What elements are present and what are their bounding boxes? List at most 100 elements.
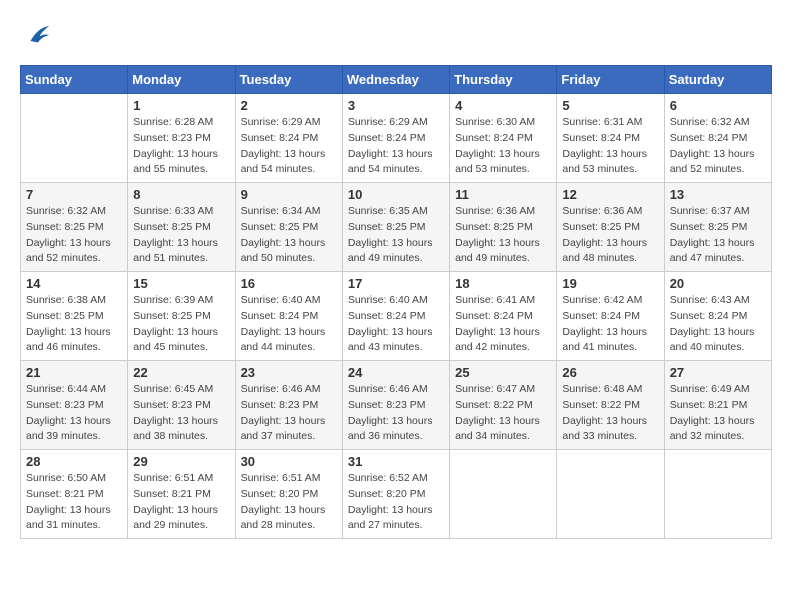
day-number: 20 xyxy=(670,276,766,291)
calendar-cell: 26Sunrise: 6:48 AMSunset: 8:22 PMDayligh… xyxy=(557,361,664,450)
day-detail: Sunrise: 6:47 AMSunset: 8:22 PMDaylight:… xyxy=(455,382,551,445)
calendar-cell: 11Sunrise: 6:36 AMSunset: 8:25 PMDayligh… xyxy=(450,183,557,272)
calendar-cell xyxy=(664,450,771,539)
day-number: 6 xyxy=(670,98,766,113)
day-detail: Sunrise: 6:42 AMSunset: 8:24 PMDaylight:… xyxy=(562,293,658,356)
calendar-cell: 13 Sunrise: 6:37 AMSunset: 8:25 PMDayligh… xyxy=(664,183,771,272)
weekday-header-sunday: Sunday xyxy=(21,66,128,94)
day-detail: Sunrise: 6:51 AMSunset: 8:20 PMDaylight:… xyxy=(241,471,337,534)
day-detail: Sunrise: 6:35 AMSunset: 8:25 PMDaylight:… xyxy=(348,204,444,267)
calendar-week-row: 28 Sunrise: 6:50 AMSunset: 8:21 PMDayligh… xyxy=(21,450,772,539)
calendar-header-row: SundayMondayTuesdayWednesdayThursdayFrid… xyxy=(21,66,772,94)
day-number: 12 xyxy=(562,187,658,202)
calendar-cell: 16Sunrise: 6:40 AMSunset: 8:24 PMDayligh… xyxy=(235,272,342,361)
calendar-cell xyxy=(21,94,128,183)
day-detail: Sunrise: 6:29 AMSunset: 8:24 PMDaylight:… xyxy=(241,115,337,178)
day-detail: Sunrise: 6:29 AMSunset: 8:24 PMDaylight:… xyxy=(348,115,444,178)
day-number: 3 xyxy=(348,98,444,113)
day-number: 5 xyxy=(562,98,658,113)
day-detail: Sunrise: 6:44 AMSunset: 8:23 PMDaylight:… xyxy=(26,382,122,445)
calendar-cell: 24Sunrise: 6:46 AMSunset: 8:23 PMDayligh… xyxy=(342,361,449,450)
day-number: 7 xyxy=(26,187,122,202)
day-number: 28 xyxy=(26,454,122,469)
day-number: 29 xyxy=(133,454,229,469)
calendar-cell: 17 Sunrise: 6:40 AMSunset: 8:24 PMDayligh… xyxy=(342,272,449,361)
calendar-week-row: 21 Sunrise: 6:44 AMSunset: 8:23 PMDayligh… xyxy=(21,361,772,450)
day-number: 18 xyxy=(455,276,551,291)
calendar-cell: 23 Sunrise: 6:46 AMSunset: 8:23 PMDayligh… xyxy=(235,361,342,450)
day-detail: Sunrise: 6:34 AMSunset: 8:25 PMDaylight:… xyxy=(241,204,337,267)
weekday-header-wednesday: Wednesday xyxy=(342,66,449,94)
calendar-cell xyxy=(450,450,557,539)
calendar-cell: 2 Sunrise: 6:29 AMSunset: 8:24 PMDaylight… xyxy=(235,94,342,183)
calendar-cell: 5 Sunrise: 6:31 AMSunset: 8:24 PMDaylight… xyxy=(557,94,664,183)
day-detail: Sunrise: 6:52 AMSunset: 8:20 PMDaylight:… xyxy=(348,471,444,534)
day-detail: Sunrise: 6:40 AMSunset: 8:24 PMDaylight:… xyxy=(348,293,444,356)
calendar-cell: 14Sunrise: 6:38 AMSunset: 8:25 PMDayligh… xyxy=(21,272,128,361)
calendar-week-row: 1 Sunrise: 6:28 AMSunset: 8:23 PMDaylight… xyxy=(21,94,772,183)
calendar-cell: 18 Sunrise: 6:41 AMSunset: 8:24 PMDayligh… xyxy=(450,272,557,361)
calendar-cell: 21 Sunrise: 6:44 AMSunset: 8:23 PMDayligh… xyxy=(21,361,128,450)
calendar-cell: 25 Sunrise: 6:47 AMSunset: 8:22 PMDayligh… xyxy=(450,361,557,450)
weekday-header-thursday: Thursday xyxy=(450,66,557,94)
calendar-cell: 4 Sunrise: 6:30 AMSunset: 8:24 PMDaylight… xyxy=(450,94,557,183)
calendar-cell: 12 Sunrise: 6:36 AMSunset: 8:25 PMDayligh… xyxy=(557,183,664,272)
logo-bird-icon xyxy=(23,20,53,50)
calendar-cell: 7 Sunrise: 6:32 AMSunset: 8:25 PMDaylight… xyxy=(21,183,128,272)
day-detail: Sunrise: 6:30 AMSunset: 8:24 PMDaylight:… xyxy=(455,115,551,178)
day-detail: Sunrise: 6:36 AMSunset: 8:25 PMDaylight:… xyxy=(562,204,658,267)
calendar-cell: 19 Sunrise: 6:42 AMSunset: 8:24 PMDayligh… xyxy=(557,272,664,361)
day-number: 23 xyxy=(241,365,337,380)
calendar-cell: 9 Sunrise: 6:34 AMSunset: 8:25 PMDaylight… xyxy=(235,183,342,272)
day-detail: Sunrise: 6:46 AMSunset: 8:23 PMDaylight:… xyxy=(241,382,337,445)
day-number: 10 xyxy=(348,187,444,202)
day-number: 14 xyxy=(26,276,122,291)
day-number: 2 xyxy=(241,98,337,113)
logo xyxy=(20,20,53,55)
calendar-cell: 15Sunrise: 6:39 AMSunset: 8:25 PMDayligh… xyxy=(128,272,235,361)
day-number: 13 xyxy=(670,187,766,202)
day-detail: Sunrise: 6:49 AMSunset: 8:21 PMDaylight:… xyxy=(670,382,766,445)
day-number: 11 xyxy=(455,187,551,202)
day-number: 24 xyxy=(348,365,444,380)
day-detail: Sunrise: 6:37 AMSunset: 8:25 PMDaylight:… xyxy=(670,204,766,267)
calendar-cell: 1 Sunrise: 6:28 AMSunset: 8:23 PMDaylight… xyxy=(128,94,235,183)
day-number: 21 xyxy=(26,365,122,380)
day-number: 26 xyxy=(562,365,658,380)
calendar-cell xyxy=(557,450,664,539)
day-number: 19 xyxy=(562,276,658,291)
day-number: 4 xyxy=(455,98,551,113)
day-detail: Sunrise: 6:51 AMSunset: 8:21 PMDaylight:… xyxy=(133,471,229,534)
day-number: 9 xyxy=(241,187,337,202)
day-number: 22 xyxy=(133,365,229,380)
calendar-week-row: 14Sunrise: 6:38 AMSunset: 8:25 PMDayligh… xyxy=(21,272,772,361)
calendar-cell: 27 Sunrise: 6:49 AMSunset: 8:21 PMDayligh… xyxy=(664,361,771,450)
day-detail: Sunrise: 6:43 AMSunset: 8:24 PMDaylight:… xyxy=(670,293,766,356)
day-detail: Sunrise: 6:32 AMSunset: 8:24 PMDaylight:… xyxy=(670,115,766,178)
page-header xyxy=(20,20,772,55)
calendar-cell: 8 Sunrise: 6:33 AMSunset: 8:25 PMDaylight… xyxy=(128,183,235,272)
calendar-cell: 28 Sunrise: 6:50 AMSunset: 8:21 PMDayligh… xyxy=(21,450,128,539)
calendar-table: SundayMondayTuesdayWednesdayThursdayFrid… xyxy=(20,65,772,539)
day-number: 27 xyxy=(670,365,766,380)
weekday-header-monday: Monday xyxy=(128,66,235,94)
day-number: 17 xyxy=(348,276,444,291)
calendar-cell: 29 Sunrise: 6:51 AMSunset: 8:21 PMDayligh… xyxy=(128,450,235,539)
weekday-header-friday: Friday xyxy=(557,66,664,94)
day-number: 31 xyxy=(348,454,444,469)
day-detail: Sunrise: 6:31 AMSunset: 8:24 PMDaylight:… xyxy=(562,115,658,178)
day-detail: Sunrise: 6:33 AMSunset: 8:25 PMDaylight:… xyxy=(133,204,229,267)
day-detail: Sunrise: 6:50 AMSunset: 8:21 PMDaylight:… xyxy=(26,471,122,534)
calendar-cell: 3 Sunrise: 6:29 AMSunset: 8:24 PMDaylight… xyxy=(342,94,449,183)
calendar-cell: 10 Sunrise: 6:35 AMSunset: 8:25 PMDayligh… xyxy=(342,183,449,272)
day-detail: Sunrise: 6:28 AMSunset: 8:23 PMDaylight:… xyxy=(133,115,229,178)
calendar-cell: 31 Sunrise: 6:52 AMSunset: 8:20 PMDayligh… xyxy=(342,450,449,539)
day-number: 8 xyxy=(133,187,229,202)
calendar-week-row: 7 Sunrise: 6:32 AMSunset: 8:25 PMDaylight… xyxy=(21,183,772,272)
day-detail: Sunrise: 6:32 AMSunset: 8:25 PMDaylight:… xyxy=(26,204,122,267)
day-number: 1 xyxy=(133,98,229,113)
day-detail: Sunrise: 6:40 AMSunset: 8:24 PMDaylight:… xyxy=(241,293,337,356)
day-detail: Sunrise: 6:41 AMSunset: 8:24 PMDaylight:… xyxy=(455,293,551,356)
weekday-header-tuesday: Tuesday xyxy=(235,66,342,94)
day-number: 25 xyxy=(455,365,551,380)
